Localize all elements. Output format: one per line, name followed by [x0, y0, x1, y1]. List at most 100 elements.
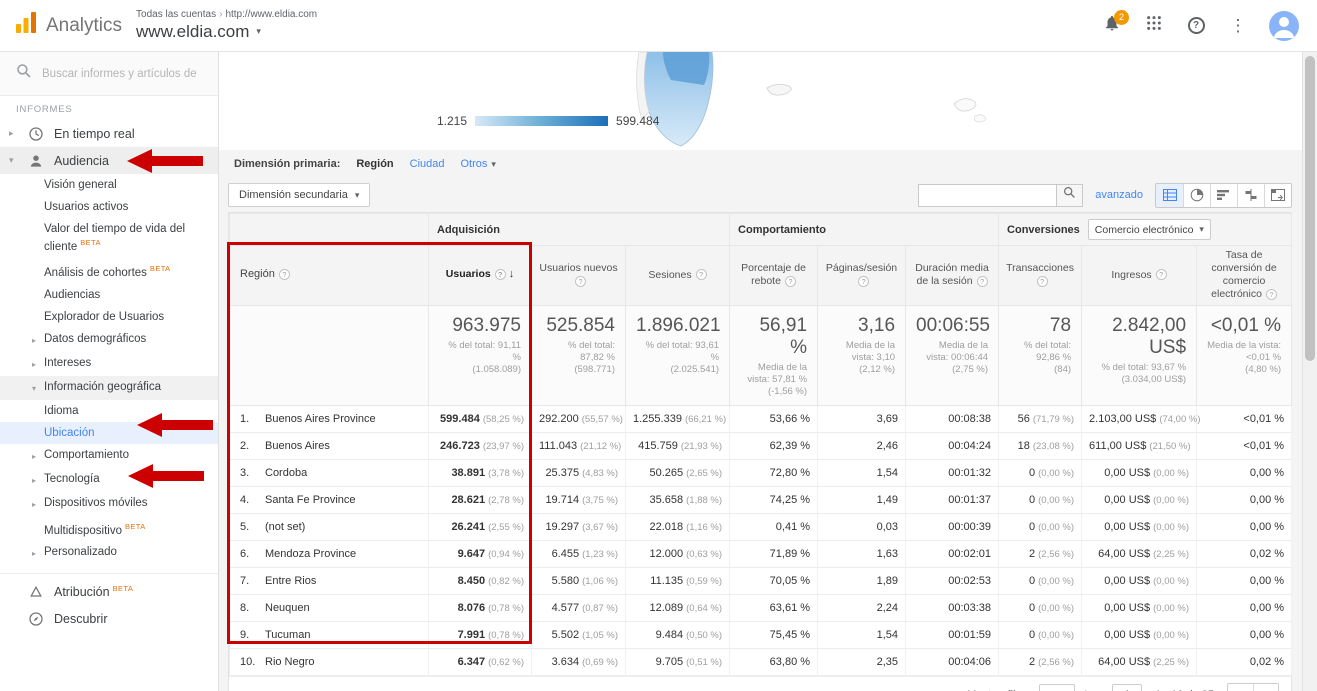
- table-row[interactable]: 1.Buenos Aires Province 599.484(58,25 %)…: [230, 405, 1292, 432]
- revenue-cell: 2.103,00 US$(74,00 %): [1082, 405, 1197, 432]
- attribution-icon: [27, 583, 45, 601]
- sidebar-search-input[interactable]: [42, 68, 200, 80]
- sidebar-item-datos-demograficos[interactable]: ▸Datos demográficos: [0, 328, 218, 352]
- sidebar-item-dispositivos-moviles[interactable]: ▸Dispositivos móviles: [0, 492, 218, 516]
- duration-cell: 00:04:06: [906, 648, 999, 675]
- apps-grid-button[interactable]: [1143, 15, 1165, 37]
- sidebar: INFORMES ▸ En tiempo real ▾ Audiencia Vi…: [0, 52, 219, 691]
- column-header-paginas-sesion[interactable]: Páginas/sesión?: [818, 246, 906, 306]
- secondary-dimension-button[interactable]: Dimensión secundaria ▾: [228, 183, 370, 207]
- help-button[interactable]: ?: [1185, 15, 1207, 37]
- summary-revenue: 2.842,00 US$: [1092, 315, 1186, 359]
- view-table-icon[interactable]: [1156, 184, 1183, 207]
- geo-map: 1.215 599.484: [219, 52, 1302, 150]
- sidebar-item-analisis-cohortes[interactable]: Análisis de cohortesBETA: [0, 258, 218, 284]
- view-comparison-icon[interactable]: [1237, 184, 1264, 207]
- sidebar-item-atribucion[interactable]: AtribuciónBETA: [0, 578, 218, 605]
- table-row[interactable]: 5.(not set) 26.241(2,55 %) 19.297(3,67 %…: [230, 513, 1292, 540]
- table-row[interactable]: 9.Tucuman 7.991(0,78 %) 5.502(1,05 %) 9.…: [230, 621, 1292, 648]
- chevron-down-icon: ▾: [32, 380, 44, 396]
- region-name: Tucuman: [265, 629, 310, 641]
- sidebar-item-valor-tiempo-vida[interactable]: Valor del tiempo de vida del clienteBETA: [0, 218, 218, 258]
- dimension-tab-region[interactable]: Región: [356, 158, 393, 170]
- pages-cell: 2,24: [818, 594, 906, 621]
- column-header-tasa-conversion[interactable]: Tasa de conversión de comercio electróni…: [1197, 246, 1292, 306]
- notifications-button[interactable]: 2: [1101, 15, 1123, 37]
- sessions-cell: 35.658(1,88 %): [626, 486, 730, 513]
- rate-cell: 0,00 %: [1197, 459, 1292, 486]
- dimension-tab-ciudad[interactable]: Ciudad: [410, 158, 445, 170]
- table-search: [918, 184, 1083, 207]
- goto-page-input[interactable]: [1112, 684, 1142, 691]
- caret-down-icon: ▾: [1199, 224, 1204, 235]
- pages-cell: 2,46: [818, 432, 906, 459]
- new-users-cell: 4.577(0,87 %): [532, 594, 626, 621]
- account-picker[interactable]: Todas las cuentas›http://www.eldia.com w…: [136, 9, 317, 43]
- sidebar-item-tecnologia[interactable]: ▸Tecnología: [0, 468, 218, 492]
- sidebar-item-usuarios-activos[interactable]: Usuarios activos: [0, 196, 218, 218]
- row-rank: 9.: [240, 629, 265, 641]
- next-page-button[interactable]: ›: [1253, 684, 1278, 691]
- view-performance-icon[interactable]: [1210, 184, 1237, 207]
- advanced-filter-link[interactable]: avanzado: [1095, 189, 1143, 201]
- column-header-ingresos[interactable]: Ingresos?: [1082, 246, 1197, 306]
- sidebar-item-personalizado[interactable]: ▸Personalizado: [0, 541, 218, 565]
- sidebar-item-vision-general[interactable]: Visión general: [0, 174, 218, 196]
- sidebar-item-multidispositivo[interactable]: MultidispositivoBETA: [0, 516, 218, 542]
- bounce-cell: 63,80 %: [730, 648, 818, 675]
- column-header-rebote[interactable]: Porcentaje de rebote?: [730, 246, 818, 306]
- sessions-cell: 9.484(0,50 %): [626, 621, 730, 648]
- table-row[interactable]: 6.Mendoza Province 9.647(0,94 %) 6.455(1…: [230, 540, 1292, 567]
- chevron-right-icon: ▸: [32, 332, 44, 348]
- sidebar-item-comportamiento[interactable]: ▸Comportamiento: [0, 444, 218, 468]
- sidebar-item-intereses[interactable]: ▸Intereses: [0, 352, 218, 376]
- table-row[interactable]: 7.Entre Rios 8.450(0,82 %) 5.580(1,06 %)…: [230, 567, 1292, 594]
- new-users-cell: 292.200(55,57 %): [532, 405, 626, 432]
- conversion-type-select[interactable]: Comercio electrónico ▾: [1088, 219, 1211, 240]
- view-pivot-icon[interactable]: [1264, 184, 1291, 207]
- sidebar-search[interactable]: [0, 52, 218, 96]
- avatar[interactable]: [1269, 11, 1299, 41]
- sidebar-item-audiencias[interactable]: Audiencias: [0, 284, 218, 306]
- row-rank: 10.: [240, 656, 265, 668]
- column-header-usuarios-nuevos[interactable]: Usuarios nuevos?: [532, 246, 626, 306]
- view-percentage-icon[interactable]: [1183, 184, 1210, 207]
- sidebar-item-audiencia[interactable]: ▾ Audiencia: [0, 147, 218, 174]
- help-icon: ?: [785, 276, 796, 287]
- users-cell: 8.450(0,82 %): [429, 567, 532, 594]
- rows-per-page-select[interactable]: 10 ▾: [1039, 684, 1075, 691]
- sidebar-item-idioma[interactable]: Idioma: [0, 400, 218, 422]
- table-row[interactable]: 10.Rio Negro 6.347(0,62 %) 3.634(0,69 %)…: [230, 648, 1292, 675]
- breadcrumb-separator: ›: [219, 9, 222, 20]
- revenue-cell: 64,00 US$(2,25 %): [1082, 540, 1197, 567]
- column-header-sesiones[interactable]: Sesiones?: [626, 246, 730, 306]
- column-header-duracion[interactable]: Duración media de la sesión?: [906, 246, 999, 306]
- sidebar-item-en-tiempo-real[interactable]: ▸ En tiempo real: [0, 120, 218, 147]
- column-header-region[interactable]: Región?: [230, 246, 429, 306]
- table-row[interactable]: 3.Cordoba 38.891(3,78 %) 25.375(4,83 %) …: [230, 459, 1292, 486]
- column-header-usuarios[interactable]: Usuarios?↓: [429, 246, 532, 306]
- table-controls: Dimensión secundaria ▾ avanzado: [219, 178, 1302, 212]
- sidebar-item-explorador-usuarios[interactable]: Explorador de Usuarios: [0, 306, 218, 328]
- rate-cell: <0,01 %: [1197, 405, 1292, 432]
- table-row[interactable]: 4.Santa Fe Province 28.621(2,78 %) 19.71…: [230, 486, 1292, 513]
- prev-page-button[interactable]: ‹: [1228, 684, 1253, 691]
- kebab-menu-button[interactable]: ⋮: [1227, 15, 1249, 37]
- dimension-tab-otros[interactable]: Otros ▾: [461, 158, 496, 170]
- search-icon: [16, 63, 32, 84]
- brand[interactable]: Analytics: [0, 11, 136, 40]
- help-icon: ?: [495, 269, 506, 280]
- rate-cell: 0,00 %: [1197, 513, 1292, 540]
- table-row[interactable]: 2.Buenos Aires 246.723(23,97 %) 111.043(…: [230, 432, 1292, 459]
- vertical-scrollbar[interactable]: [1302, 52, 1317, 691]
- row-rank: 4.: [240, 494, 265, 506]
- sidebar-item-informacion-geografica[interactable]: ▾Información geográfica: [0, 376, 218, 400]
- sidebar-item-ubicacion[interactable]: Ubicación: [0, 422, 218, 444]
- sidebar-item-descubrir[interactable]: Descubrir: [0, 605, 218, 632]
- column-header-transacciones[interactable]: Transacciones?: [999, 246, 1082, 306]
- scrollbar-thumb[interactable]: [1305, 56, 1315, 361]
- table-search-button[interactable]: [1056, 184, 1083, 207]
- table-row[interactable]: 8.Neuquen 8.076(0,78 %) 4.577(0,87 %) 12…: [230, 594, 1292, 621]
- transactions-cell: 0(0,00 %): [999, 459, 1082, 486]
- table-filter-input[interactable]: [918, 184, 1056, 207]
